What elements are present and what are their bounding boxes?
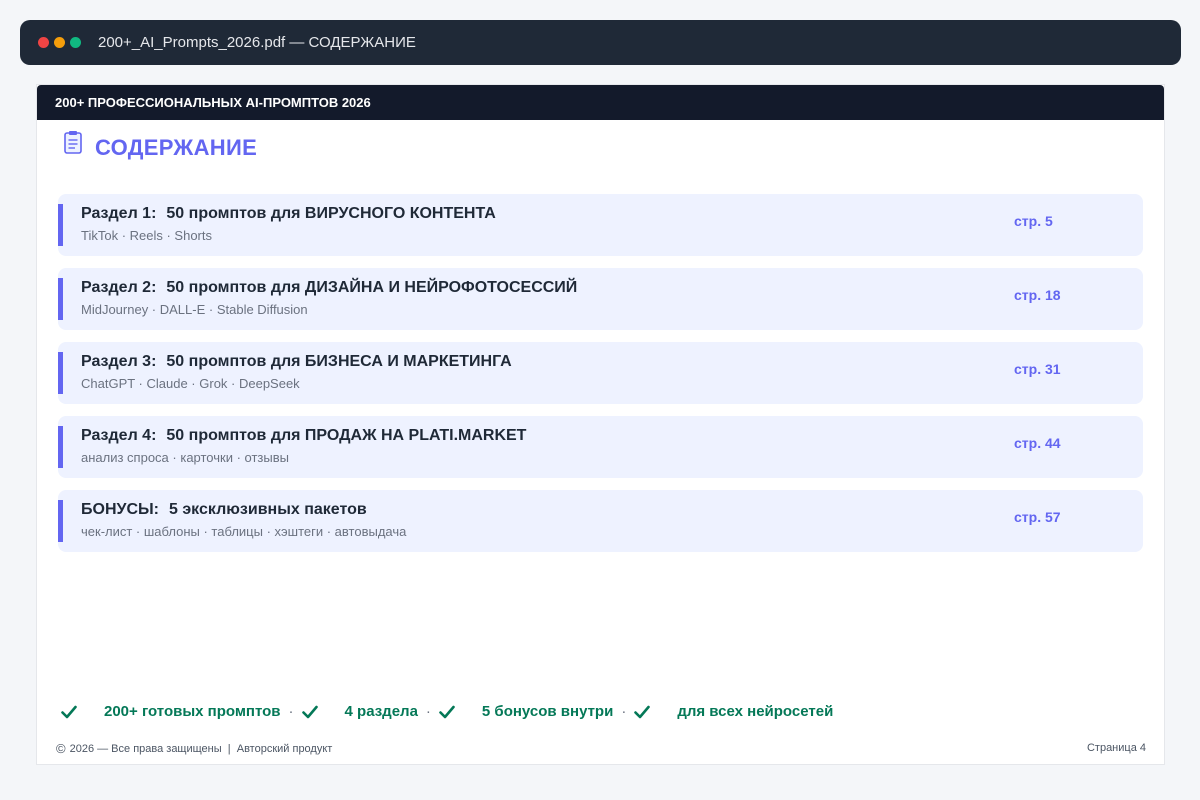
toc-item-section-2[interactable]: Раздел 2: 50 промптов для ДИЗАЙНА И НЕЙРО… — [58, 268, 1143, 330]
checkmark-icon — [301, 705, 318, 718]
section-label: Раздел 1: — [81, 205, 157, 222]
toc-item-section-3[interactable]: Раздел 3: 50 промптов для БИЗНЕСА И МАРКЕ… — [58, 342, 1143, 404]
feature-separator: · — [288, 703, 294, 720]
feature-separator: · — [425, 703, 431, 720]
feature-text: 4 раздела — [344, 703, 418, 720]
toc-item-title: БОНУСЫ: 5 эксклюзивных пакетов — [81, 501, 367, 519]
section-tags: анализ спроса · карточки · отзывы — [81, 450, 289, 465]
toc-item-section-4[interactable]: Раздел 4: 50 промптов для ПРОДАЖ НА PLATI… — [58, 416, 1143, 478]
table-of-contents: Раздел 1: 50 промптов для ВИРУСНОГО КОНТЕ… — [58, 194, 1143, 564]
features-strip: 200+ готовых промптов · 4 раздела · 5 бо… — [61, 703, 833, 720]
maximize-window-button[interactable] — [70, 37, 81, 48]
feature-text: 5 бонусов внутри — [481, 703, 614, 720]
document-page: 200+ ПРОФЕССИОНАЛЬНЫХ AI-ПРОМПТОВ 2026 С… — [36, 84, 1165, 765]
accent-bar — [58, 204, 63, 246]
feature-separator: · — [621, 703, 627, 720]
section-title: 5 эксклюзивных пакетов — [169, 501, 367, 518]
feature-text: для всех нейросетей — [677, 703, 834, 720]
section-title: 50 промптов для ПРОДАЖ НА PLATI.MARKET — [166, 427, 527, 444]
section-tags: MidJourney · DALL-E · Stable Diffusion — [81, 302, 308, 317]
section-title: 50 промптов для ДИЗАЙНА И НЕЙРОФОТОСЕССИ… — [166, 279, 578, 296]
section-tags: чек-лист · шаблоны · таблицы · хэштеги ·… — [81, 524, 407, 539]
minimize-window-button[interactable] — [54, 37, 65, 48]
footer-page-number: Страница 4 — [1086, 742, 1146, 754]
feature-text: 200+ готовых промптов — [104, 703, 281, 720]
toc-item-title: Раздел 3: 50 промптов для БИЗНЕСА И МАРКЕ… — [81, 353, 512, 371]
close-window-button[interactable] — [38, 37, 49, 48]
clipboard-icon — [64, 131, 82, 154]
section-page-number[interactable]: стр. 57 — [1014, 509, 1061, 525]
toc-item-title: Раздел 4: 50 промптов для ПРОДАЖ НА PLATI… — [81, 427, 526, 445]
section-title: 50 промптов для БИЗНЕСА И МАРКЕТИНГА — [166, 353, 512, 370]
footer-copyright: © 2026 — Все права защищены | Авторский … — [56, 741, 332, 756]
accent-bar — [58, 352, 63, 394]
section-page-number[interactable]: стр. 31 — [1014, 361, 1061, 377]
section-label: Раздел 3: — [81, 353, 157, 370]
section-page-number[interactable]: стр. 18 — [1014, 287, 1061, 303]
accent-bar — [58, 426, 63, 468]
toc-item-bonuses[interactable]: БОНУСЫ: 5 эксклюзивных пакетов чек-лист ·… — [58, 490, 1143, 552]
section-label: БОНУСЫ: — [81, 501, 159, 518]
footer-copyright-text: 2026 — Все права защищены | Авторский пр… — [69, 742, 333, 755]
window-titlebar: 200+_AI_Prompts_2026.pdf — СОДЕРЖАНИЕ — [20, 20, 1181, 65]
section-label: Раздел 2: — [81, 279, 157, 296]
section-page-number[interactable]: стр. 44 — [1014, 435, 1061, 451]
copyright-icon: © — [56, 741, 66, 756]
checkmark-icon — [61, 705, 77, 718]
page-title: СОДЕРЖАНИЕ — [95, 135, 258, 160]
window-title: 200+_AI_Prompts_2026.pdf — СОДЕРЖАНИЕ — [98, 34, 416, 51]
accent-bar — [58, 278, 63, 320]
document-header-title: 200+ ПРОФЕССИОНАЛЬНЫХ AI-ПРОМПТОВ 2026 — [55, 95, 371, 110]
section-page-number[interactable]: стр. 5 — [1014, 213, 1053, 229]
section-title: 50 промптов для ВИРУСНОГО КОНТЕНТА — [166, 205, 496, 222]
section-label: Раздел 4: — [81, 427, 157, 444]
section-tags: ChatGPT · Claude · Grok · DeepSeek — [81, 376, 300, 391]
contents-heading: СОДЕРЖАНИЕ — [63, 131, 258, 161]
checkmark-icon — [439, 705, 455, 718]
document-header: 200+ ПРОФЕССИОНАЛЬНЫХ AI-ПРОМПТОВ 2026 — [37, 85, 1164, 120]
checkmark-icon — [634, 705, 651, 718]
section-tags: TikTok · Reels · Shorts — [81, 228, 212, 243]
accent-bar — [58, 500, 63, 542]
toc-item-title: Раздел 2: 50 промптов для ДИЗАЙНА И НЕЙРО… — [81, 279, 577, 297]
toc-item-section-1[interactable]: Раздел 1: 50 промптов для ВИРУСНОГО КОНТЕ… — [58, 194, 1143, 256]
toc-item-title: Раздел 1: 50 промптов для ВИРУСНОГО КОНТЕ… — [81, 205, 496, 223]
